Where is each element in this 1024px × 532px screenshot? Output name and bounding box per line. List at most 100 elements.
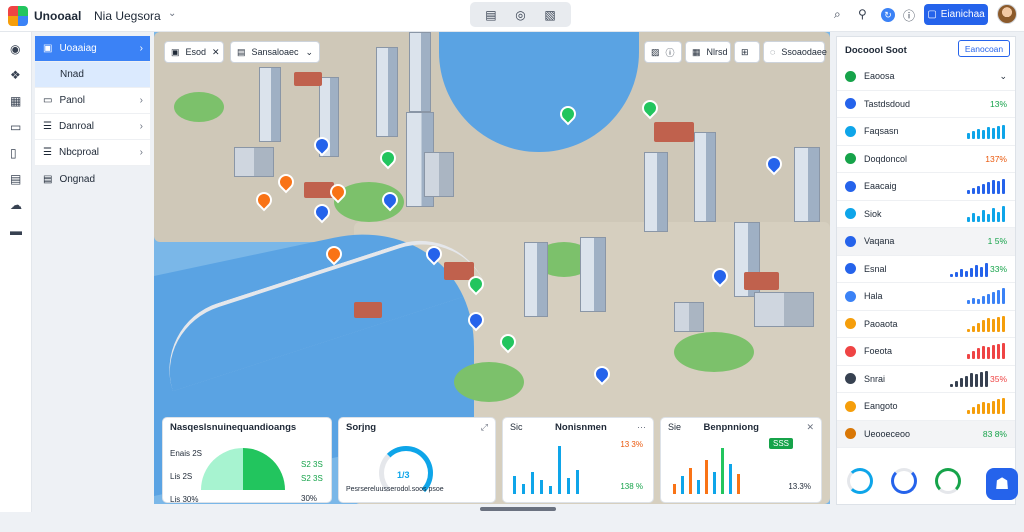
panel-row-value: 33% [989, 263, 1007, 274]
widget-value: 13.3% [788, 482, 811, 491]
panel-row[interactable]: Eangoto [837, 393, 1015, 421]
sync-icon[interactable]: ↻ [881, 8, 895, 22]
top-bar: Unooaal Nia Uegsora ⌄ ▤ ◎ ▧ ⌕ ⚲ ↻ ⓘ ▢ Ei… [0, 0, 1024, 32]
bar [522, 484, 525, 494]
expand-icon[interactable]: ⤢ [481, 422, 488, 433]
nav-item-label: Nnad [60, 69, 84, 80]
panel-row[interactable]: Esnal 33% [837, 256, 1015, 283]
nav-item-panel[interactable]: ▭ Panol › [35, 88, 150, 114]
widget-labels: Enais 2S Lis 2S Lis 30% [170, 442, 202, 511]
sparkline-bar [987, 347, 990, 360]
sparkline-bar [987, 127, 990, 140]
nav-item-label: Danroal [58, 121, 94, 132]
primary-action-button[interactable]: ▢ Eianichaa [924, 4, 988, 25]
sparkline-bar [977, 299, 980, 305]
sparkline-bar [969, 267, 973, 277]
chevron-right-icon: › [139, 147, 143, 158]
panel-row[interactable]: Doqdoncol 137% [837, 146, 1015, 173]
sparkline-bar [977, 129, 980, 140]
widget-sub: 138 % [620, 482, 643, 491]
more-icon[interactable]: ⋯ [637, 422, 646, 433]
map-tool-button[interactable]: ▨ ⓘ [644, 41, 682, 63]
status-badge: SSS [768, 438, 793, 449]
panel-row[interactable]: Ueooeceoo 83 8% [837, 420, 1015, 448]
panel-row[interactable]: Vaqana 1 5% [837, 228, 1015, 256]
chevron-down-icon[interactable]: ⌄ [168, 8, 176, 19]
nav-item-settings[interactable]: ▤ Ongnad [35, 166, 150, 192]
sparkline-bar [1002, 179, 1005, 195]
sparkline-bar [979, 371, 983, 387]
panel-row[interactable]: Tastdsdoud 13% [837, 91, 1015, 118]
panel-row-label: Foeota [864, 346, 893, 357]
map-chip[interactable]: ▤ Sansaloaec ⌄ [230, 41, 320, 63]
avatar[interactable] [997, 4, 1017, 24]
sparkline-bar [979, 266, 983, 277]
status-icon [845, 98, 856, 110]
sparkline [967, 315, 1005, 332]
map-building [409, 32, 431, 112]
leaf-icon[interactable]: ◉ [10, 42, 20, 56]
paint-icon[interactable]: ❖ [10, 68, 21, 82]
sparkline-bar [992, 292, 995, 305]
cloud-icon[interactable]: ☁ [10, 198, 22, 212]
close-icon[interactable]: ✕ [212, 47, 220, 58]
panel-row[interactable]: Eaacaig [837, 173, 1015, 201]
map-tool-button[interactable]: ⊞ [734, 41, 760, 63]
map-park [174, 92, 224, 122]
progress-value: 1/3 [397, 470, 410, 480]
document-icon[interactable]: ▤ [485, 8, 496, 22]
panel-row-value: 1 5% [987, 236, 1007, 247]
panel-row[interactable]: Faqsasn [837, 118, 1015, 146]
chevron-down-icon[interactable]: ⌄ [305, 47, 313, 58]
nav-item-analytics[interactable]: ☰ Nbcproal › [35, 140, 150, 166]
calendar-icon[interactable]: ▤ [10, 172, 21, 186]
map-roof [744, 272, 779, 290]
sparkline-bar [997, 344, 1000, 360]
file-icon[interactable]: ▯ [10, 146, 17, 160]
workspace-selector[interactable]: Nia Uegsora [94, 9, 161, 23]
map-building [259, 67, 281, 142]
nav-item-label: Ongnad [59, 173, 96, 185]
panel-row[interactable]: Hala [837, 283, 1015, 311]
horizontal-scrollbar[interactable] [480, 507, 556, 511]
compass-icon[interactable]: ◎ [515, 8, 525, 22]
assistant-button[interactable]: ☗ [986, 468, 1018, 500]
sparkline-bar [992, 128, 995, 140]
bar [721, 448, 724, 494]
car-icon[interactable]: ▬ [10, 224, 22, 238]
sparkline-bar [984, 262, 988, 277]
map-park [454, 362, 524, 402]
search-icon[interactable]: ⌕ [834, 7, 841, 22]
map-chip[interactable]: ▣ Esod ✕ [164, 41, 224, 63]
panel-row[interactable]: Paoaota [837, 311, 1015, 338]
sparkline-bar [972, 188, 975, 195]
nav-item-dashboard[interactable]: ▣ Uoaaiag › [35, 36, 150, 62]
nav-item-sub[interactable]: Nnad [35, 62, 150, 88]
sparkline-bar [967, 328, 970, 332]
panel-row[interactable]: Foeota [837, 338, 1015, 366]
sparkline-bar [987, 182, 990, 195]
panel-action-button[interactable]: Eanocoan [958, 40, 1010, 57]
gauge-chart [201, 448, 285, 490]
sparkline-bar [1002, 343, 1005, 360]
sparkline-bar [1002, 315, 1005, 332]
map-chip[interactable]: ◌ Ssoaodaee [763, 41, 827, 63]
legend-item: S2 3S [301, 460, 323, 469]
image-icon[interactable]: ▧ [544, 8, 555, 22]
help-icon[interactable]: ⓘ [903, 7, 915, 24]
nav-item-reports[interactable]: ☰ Danroal › [35, 114, 150, 140]
close-icon[interactable]: ✕ [806, 422, 814, 433]
sparkline [967, 288, 1005, 305]
lock-icon: ▢ [927, 9, 937, 20]
grid-icon[interactable]: ▦ [10, 94, 21, 108]
list-icon: ☰ [43, 121, 52, 132]
map-chip[interactable]: ▦ Nlrsd [685, 41, 731, 63]
panel-row[interactable]: Snrai 35% [837, 366, 1015, 393]
panel-row[interactable]: Eaoosa ⌄ [837, 63, 1015, 91]
tag-icon[interactable]: ▭ [10, 120, 21, 134]
bar [705, 460, 708, 494]
filter-icon[interactable]: ⚲ [858, 7, 867, 21]
chevron-down-icon[interactable]: ⌄ [999, 71, 1007, 82]
panel-row[interactable]: Siok [837, 201, 1015, 228]
info-icon: ⓘ [665, 47, 675, 58]
